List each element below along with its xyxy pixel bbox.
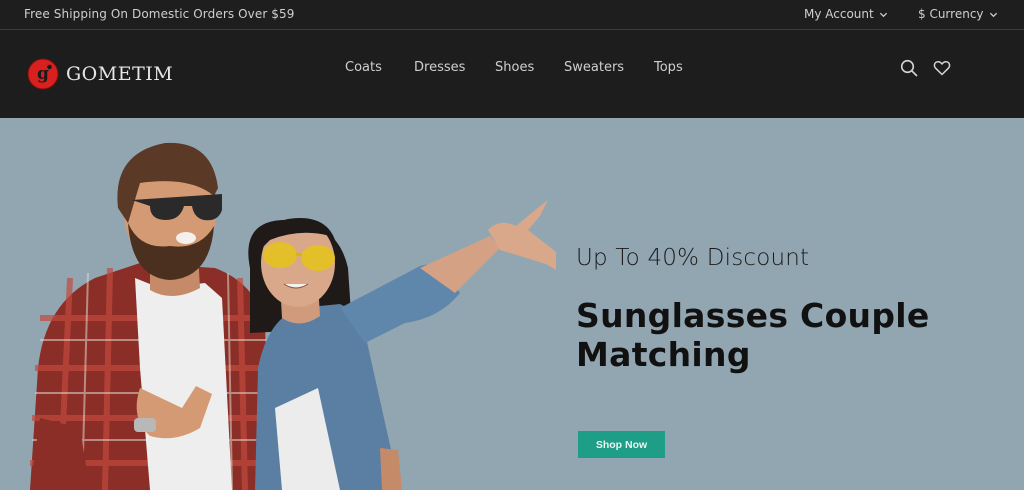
man-figure: [30, 142, 270, 490]
currency-label: $ Currency: [918, 7, 984, 21]
chevron-down-icon: [989, 12, 997, 17]
chevron-down-icon: [879, 12, 887, 17]
nav-item-sweaters[interactable]: Sweaters: [564, 60, 624, 75]
my-account-dropdown[interactable]: My Account: [804, 7, 888, 21]
logo-mark-icon: g: [27, 58, 59, 90]
nav-item-shoes[interactable]: Shoes: [495, 60, 534, 75]
heart-icon[interactable]: [933, 59, 951, 77]
my-account-label: My Account: [804, 7, 874, 21]
nav-item-coats[interactable]: Coats: [345, 60, 382, 75]
hero-subtitle: Up To 40% Discount: [576, 245, 810, 271]
hero-banner: Up To 40% Discount Sunglasses Couple Mat…: [0, 118, 1024, 490]
nav-item-tops[interactable]: Tops: [654, 60, 683, 75]
shop-now-button[interactable]: Shop Now: [578, 431, 665, 458]
nav-item-dresses[interactable]: Dresses: [414, 60, 465, 75]
currency-dropdown[interactable]: $ Currency: [918, 7, 998, 21]
logo-text: GOMETIM: [66, 63, 174, 85]
couple-photo: [30, 142, 556, 490]
main-header: g GOMETIM Coats Dresses Shoes Sweaters T…: [0, 30, 1024, 118]
hero-title: Sunglasses Couple Matching: [576, 296, 930, 374]
search-icon[interactable]: [900, 59, 918, 77]
site-logo[interactable]: g GOMETIM: [27, 58, 173, 90]
woman-figure: [248, 200, 556, 490]
top-bar: Free Shipping On Domestic Orders Over $5…: [0, 0, 1024, 30]
shipping-promo: Free Shipping On Domestic Orders Over $5…: [24, 7, 295, 21]
